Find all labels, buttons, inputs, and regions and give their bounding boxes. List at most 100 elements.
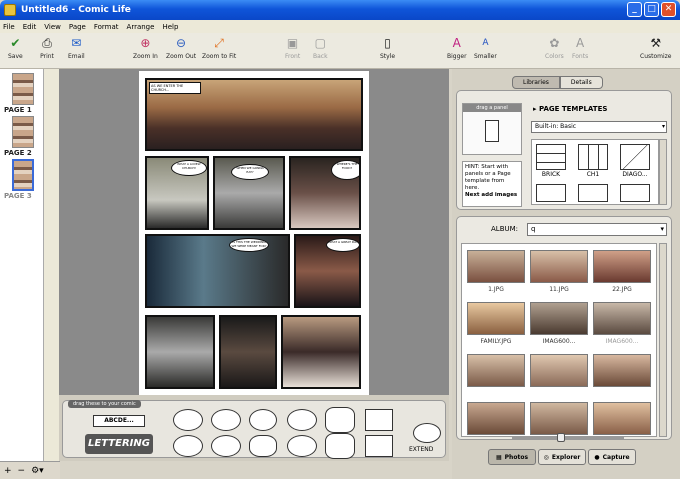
front-button[interactable]: ▣ Front	[285, 36, 300, 60]
zoom-in-button[interactable]: ⊕ Zoom In	[133, 36, 158, 60]
tab-photos[interactable]: ▦ Photos	[488, 449, 536, 465]
smaller-button[interactable]: A Smaller	[474, 36, 497, 60]
remove-page-button[interactable]: −	[18, 466, 26, 476]
speech-balloon[interactable]	[287, 409, 317, 431]
speech-bubble[interactable]: WHERE'S THE FOOD?	[331, 160, 359, 180]
shout-balloon[interactable]	[325, 433, 355, 459]
caption-template[interactable]: ABCDE...	[93, 415, 145, 427]
photos-scrollbar[interactable]	[659, 243, 667, 437]
photo-thumbnail[interactable]	[530, 402, 588, 435]
speech-balloon[interactable]	[173, 409, 203, 431]
comic-panel[interactable]	[281, 315, 361, 389]
speech-balloon[interactable]	[173, 435, 203, 457]
page-actions-icon[interactable]: ⚙▾	[31, 466, 44, 476]
colors-button[interactable]: ✿ Colors	[545, 36, 564, 60]
shout-balloon[interactable]	[325, 407, 355, 433]
speech-bubble[interactable]: IS THIS THE WEDDING WE WERE MEANT FOR?	[229, 238, 269, 252]
customize-button[interactable]: ⚒ Customize	[640, 36, 672, 60]
add-page-button[interactable]: +	[4, 466, 12, 476]
photo-thumbnail[interactable]	[467, 302, 525, 335]
page-label: PAGE 1	[4, 106, 32, 114]
speech-balloon[interactable]	[287, 435, 317, 457]
pages-scrollbar[interactable]	[44, 69, 59, 461]
box-balloon[interactable]	[365, 435, 393, 457]
tab-libraries[interactable]: Libraries	[512, 76, 560, 89]
photo-thumbnail[interactable]	[467, 402, 525, 435]
drag-panel-box[interactable]: drag a panel	[462, 103, 522, 155]
comic-panel[interactable]	[145, 315, 215, 389]
template-ch1[interactable]	[578, 144, 608, 170]
templates-scrollbar[interactable]	[659, 139, 667, 205]
close-button[interactable]: ✕	[661, 2, 676, 17]
comic-panel[interactable]: IS THIS THE WEDDING WE WERE MEANT FOR?	[145, 234, 290, 308]
tab-capture[interactable]: ● Capture	[588, 449, 636, 465]
menu-format[interactable]: Format	[94, 23, 119, 31]
style-button[interactable]: ▯ Style	[380, 36, 395, 60]
photo-thumbnail[interactable]	[530, 354, 588, 387]
page-thumbnail[interactable]	[12, 116, 34, 148]
template-diagonal[interactable]	[620, 144, 650, 170]
photo-thumbnail[interactable]	[467, 354, 525, 387]
email-button[interactable]: ✉ Email	[68, 36, 85, 60]
menu-file[interactable]: File	[3, 23, 15, 31]
print-button[interactable]: ⎙ Print	[40, 36, 54, 60]
speech-bubble[interactable]: WHAT A LOVELY CHURCH!	[171, 160, 207, 176]
zoom-out-button[interactable]: ⊖ Zoom Out	[166, 36, 196, 60]
zoom-fit-button[interactable]: ⤢ Zoom to Fit	[202, 36, 236, 60]
fonts-button[interactable]: A Fonts	[572, 36, 588, 60]
tab-explorer[interactable]: ◎ Explorer	[538, 449, 586, 465]
bigger-button[interactable]: A Bigger	[447, 36, 467, 60]
template-item[interactable]	[620, 184, 650, 202]
menu-view[interactable]: View	[44, 23, 61, 31]
hint-box: HINT: Start with panels or a Page templa…	[462, 161, 522, 207]
minimize-button[interactable]: _	[627, 2, 642, 17]
menu-edit[interactable]: Edit	[23, 23, 37, 31]
photo-grid: 1.JPG 11.JPG 22.JPG FAMILY.JPG IMAG600..…	[461, 243, 657, 437]
comic-panel[interactable]: WHEN WE GONNA EAT?	[213, 156, 285, 230]
page-thumbnail[interactable]	[12, 159, 34, 191]
comic-page[interactable]: AS WE ENTER THE CHURCH... WHAT A LOVELY …	[139, 71, 369, 395]
box-balloon[interactable]	[365, 409, 393, 431]
photo-thumbnail[interactable]	[530, 250, 588, 283]
page-thumbnail[interactable]	[12, 73, 34, 105]
menu-arrange[interactable]: Arrange	[127, 23, 155, 31]
photo-thumbnail[interactable]	[593, 402, 651, 435]
save-button[interactable]: ✔ Save	[8, 36, 23, 60]
speech-balloon[interactable]	[249, 409, 277, 431]
slider-handle[interactable]	[557, 433, 565, 442]
template-item[interactable]	[536, 184, 566, 202]
photo-thumbnail[interactable]	[593, 354, 651, 387]
menu-help[interactable]: Help	[162, 23, 178, 31]
speech-bubble[interactable]: WHAT A GREAT DAY	[326, 238, 359, 252]
comic-panel[interactable]: AS WE ENTER THE CHURCH...	[145, 78, 363, 151]
photo-thumbnail[interactable]	[593, 250, 651, 283]
photo-thumbnail[interactable]	[467, 250, 525, 283]
template-set-select[interactable]: Built-in: Basic ▾	[531, 121, 667, 133]
comic-panel[interactable]: WHAT A GREAT DAY	[294, 234, 361, 308]
zoom-fit-icon: ⤢	[214, 36, 224, 50]
comic-panel[interactable]: WHAT A LOVELY CHURCH!	[145, 156, 209, 230]
speech-balloon[interactable]	[249, 435, 277, 457]
maximize-button[interactable]: □	[644, 2, 659, 17]
photo-thumbnail[interactable]	[530, 302, 588, 335]
tab-details[interactable]: Details	[559, 76, 603, 89]
thought-balloon[interactable]	[211, 409, 241, 431]
comic-panel[interactable]: WHERE'S THE FOOD?	[289, 156, 361, 230]
template-item[interactable]	[578, 184, 608, 202]
album-label: ALBUM:	[491, 225, 519, 233]
page-templates-label[interactable]: ▸ PAGE TEMPLATES	[533, 105, 607, 113]
album-select[interactable]: q ▾	[527, 223, 667, 236]
back-button[interactable]: ▢ Back	[313, 36, 328, 60]
speech-bubble[interactable]: WHEN WE GONNA EAT?	[231, 164, 269, 180]
explorer-icon: ◎	[543, 453, 549, 461]
menu-page[interactable]: Page	[69, 23, 86, 31]
whisper-balloon[interactable]	[211, 435, 241, 457]
thumbnail-size-slider[interactable]	[512, 436, 624, 439]
comic-caption[interactable]: AS WE ENTER THE CHURCH...	[149, 82, 201, 94]
extend-balloon[interactable]	[413, 423, 441, 443]
template-brick[interactable]	[536, 144, 566, 170]
photo-thumbnail[interactable]	[593, 302, 651, 335]
lettering-template[interactable]: LETTERING	[85, 434, 153, 454]
comic-panel[interactable]	[219, 315, 277, 389]
app-icon	[4, 4, 16, 16]
